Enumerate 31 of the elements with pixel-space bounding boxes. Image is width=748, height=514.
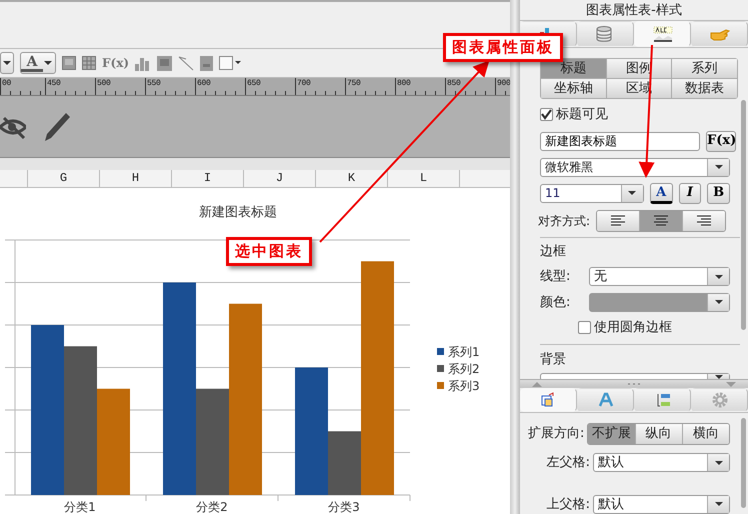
category-label: 分类3 xyxy=(328,500,360,514)
field-label: 扩展方向: xyxy=(528,425,584,444)
section-heading: 边框 xyxy=(540,242,567,260)
panel-title: 图表属性表-样式 xyxy=(586,3,682,18)
ruler-label: 650 xyxy=(247,79,261,88)
callout-tooltip: 选中图表 xyxy=(226,237,312,266)
field-label: 颜色: xyxy=(540,294,572,312)
legend-label: 系列3 xyxy=(448,379,480,393)
callout-tooltip: 图表属性面板 xyxy=(443,33,563,62)
field-label: 左父格: xyxy=(546,455,590,470)
legend-label: 系列2 xyxy=(448,362,480,376)
field-label: 上父格: xyxy=(546,496,590,512)
ruler-label: 500 xyxy=(97,79,111,88)
category-label: 分类1 xyxy=(64,500,96,514)
ruler-label: 850 xyxy=(447,79,461,88)
field-label: 对齐方式: xyxy=(538,212,590,230)
checkbox-label: 标题可见 xyxy=(556,106,608,124)
ruler-label: 700 xyxy=(297,79,311,88)
ruler-label: 600 xyxy=(197,79,211,88)
ruler-label: 00 xyxy=(2,79,12,88)
ruler-label: 900 xyxy=(497,79,510,88)
ruler-label: 750 xyxy=(347,79,361,88)
category-label: 分类2 xyxy=(196,500,228,514)
ruler-label: 800 xyxy=(397,79,411,88)
ruler-label: 550 xyxy=(147,79,161,88)
checkbox-label: 使用圆角边框 xyxy=(594,319,672,337)
chart-title: 新建图表标题 xyxy=(199,205,277,220)
section-heading: 背景 xyxy=(540,350,567,368)
field-label: 线型: xyxy=(540,268,572,286)
ruler-label: 450 xyxy=(47,79,61,88)
legend-label: 系列1 xyxy=(448,345,480,359)
